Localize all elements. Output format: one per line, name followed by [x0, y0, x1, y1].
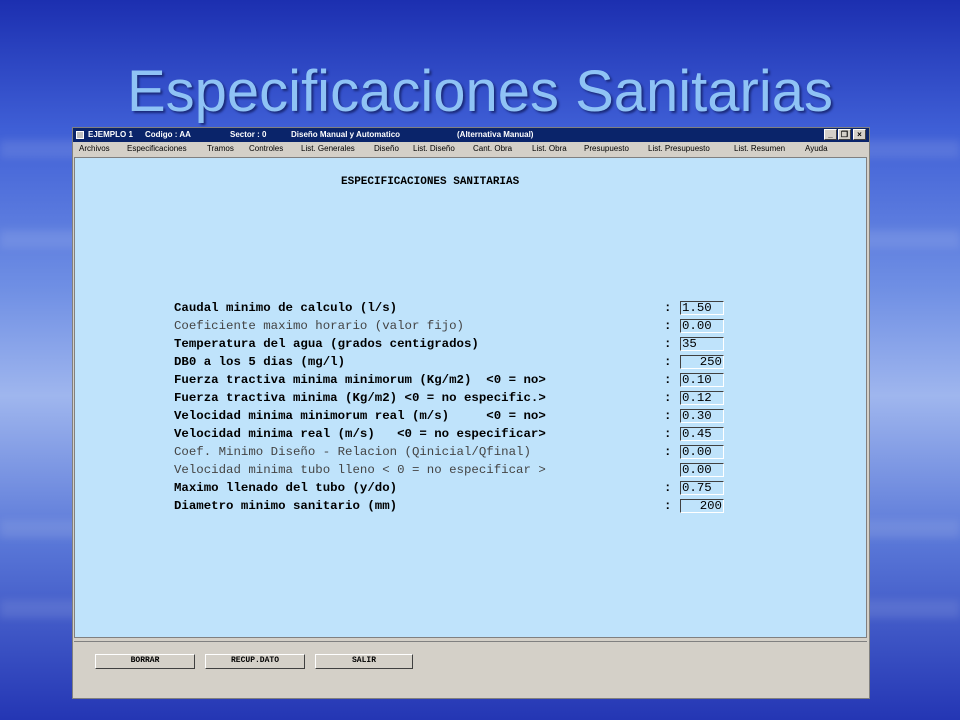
form-row-fuerza-minima: Fuerza tractiva minima (Kg/m2) <0 = no e… — [174, 389, 724, 407]
field-label: Velocidad minima tubo lleno < 0 = no esp… — [174, 463, 546, 477]
menu-archivos[interactable]: Archivos — [79, 142, 110, 156]
button-panel: BORRAR RECUP.DATO SALIR — [74, 641, 867, 698]
velocidad-tubo-lleno-input[interactable] — [680, 463, 724, 477]
title-bar: EJEMPLO 1 Codigo : AA Sector : 0 Diseño … — [73, 128, 869, 142]
form-row-caudal: Caudal minimo de calculo (l/s) : — [174, 299, 724, 317]
field-label: Fuerza tractiva minima (Kg/m2) <0 = no e… — [174, 391, 546, 405]
form-heading: ESPECIFICACIONES SANITARIAS — [341, 176, 520, 188]
form-row-velocidad-tubo-lleno: Velocidad minima tubo lleno < 0 = no esp… — [174, 461, 724, 479]
minimize-button[interactable]: _ — [824, 129, 837, 140]
salir-button[interactable]: SALIR — [315, 654, 413, 669]
coeficiente-maximo-input[interactable] — [680, 319, 724, 333]
field-label: Diametro minimo sanitario (mm) — [174, 499, 398, 513]
field-label: Coef. Minimo Diseño - Relacion (Qinicial… — [174, 445, 531, 459]
field-colon: : — [664, 301, 672, 315]
field-colon: : — [664, 409, 672, 423]
application-window: EJEMPLO 1 Codigo : AA Sector : 0 Diseño … — [72, 127, 870, 699]
menu-cant-obra[interactable]: Cant. Obra — [473, 142, 512, 156]
field-label: Fuerza tractiva minima minimorum (Kg/m2)… — [174, 373, 546, 387]
recup-dato-button[interactable]: RECUP.DATO — [205, 654, 305, 669]
form-row-coeficiente: Coeficiente maximo horario (valor fijo) … — [174, 317, 724, 335]
title-alternative: (Alternativa Manual) — [457, 130, 534, 139]
title-code: Codigo : AA — [145, 130, 191, 139]
form-row-fuerza-minimorum: Fuerza tractiva minima minimorum (Kg/m2)… — [174, 371, 724, 389]
menu-tramos[interactable]: Tramos — [207, 142, 234, 156]
menu-presupuesto[interactable]: Presupuesto — [584, 142, 629, 156]
fuerza-minimorum-input[interactable] — [680, 373, 724, 387]
close-button[interactable]: × — [853, 129, 866, 140]
form-row-dbo: DB0 a los 5 dias (mg/l) : — [174, 353, 724, 371]
menu-ayuda[interactable]: Ayuda — [805, 142, 828, 156]
restore-button[interactable]: ❐ — [838, 129, 851, 140]
form-row-maximo-llenado: Maximo llenado del tubo (y/do) : — [174, 479, 724, 497]
form-row-velocidad-minima: Velocidad minima real (m/s) <0 = no espe… — [174, 425, 724, 443]
maximo-llenado-input[interactable] — [680, 481, 724, 495]
field-colon: : — [664, 427, 672, 441]
menu-list-resumen[interactable]: List. Resumen — [734, 142, 785, 156]
field-colon: : — [664, 337, 672, 351]
velocidad-minima-input[interactable] — [680, 427, 724, 441]
title-project: EJEMPLO 1 — [88, 130, 133, 139]
borrar-button[interactable]: BORRAR — [95, 654, 195, 669]
menu-list-diseno[interactable]: List. Diseño — [413, 142, 455, 156]
field-colon: : — [664, 481, 672, 495]
field-label: Coeficiente maximo horario (valor fijo) — [174, 319, 464, 333]
field-label: Velocidad minima minimorum real (m/s) <0… — [174, 409, 546, 423]
menu-list-generales[interactable]: List. Generales — [301, 142, 355, 156]
menu-diseno[interactable]: Diseño — [374, 142, 399, 156]
title-mode: Diseño Manual y Automatico — [291, 130, 401, 139]
velocidad-minimorum-input[interactable] — [680, 409, 724, 423]
dbo-input[interactable] — [680, 355, 724, 369]
form-row-coef-minimo: Coef. Minimo Diseño - Relacion (Qinicial… — [174, 443, 724, 461]
field-label: DB0 a los 5 dias (mg/l) — [174, 355, 346, 369]
field-colon: : — [664, 499, 672, 513]
field-colon: : — [664, 391, 672, 405]
diametro-minimo-input[interactable] — [680, 499, 724, 513]
slide-title: Especificaciones Sanitarias — [126, 59, 834, 124]
field-colon: : — [664, 445, 672, 459]
menu-list-obra[interactable]: List. Obra — [532, 142, 567, 156]
field-label: Caudal minimo de calculo (l/s) — [174, 301, 398, 315]
form-panel: ESPECIFICACIONES SANITARIAS Caudal minim… — [74, 157, 867, 638]
field-label: Temperatura del agua (grados centigrados… — [174, 337, 479, 351]
fuerza-minima-input[interactable] — [680, 391, 724, 405]
form-row-diametro-minimo: Diametro minimo sanitario (mm) : — [174, 497, 724, 515]
title-sector: Sector : 0 — [230, 130, 267, 139]
form-row-velocidad-minimorum: Velocidad minima minimorum real (m/s) <0… — [174, 407, 724, 425]
menu-list-presupuesto[interactable]: List. Presupuesto — [648, 142, 710, 156]
field-label: Maximo llenado del tubo (y/do) — [174, 481, 398, 495]
menu-controles[interactable]: Controles — [249, 142, 283, 156]
caudal-minimo-input[interactable] — [680, 301, 724, 315]
coef-minimo-input[interactable] — [680, 445, 724, 459]
field-colon: : — [664, 373, 672, 387]
field-colon: : — [664, 355, 672, 369]
app-icon — [76, 131, 84, 139]
field-colon: : — [664, 319, 672, 333]
form-row-temperatura: Temperatura del agua (grados centigrados… — [174, 335, 724, 353]
field-label: Velocidad minima real (m/s) <0 = no espe… — [174, 427, 546, 441]
menu-especificaciones[interactable]: Especificaciones — [127, 142, 187, 156]
menu-bar: Archivos Especificaciones Tramos Control… — [73, 142, 869, 156]
temperatura-input[interactable] — [680, 337, 724, 351]
